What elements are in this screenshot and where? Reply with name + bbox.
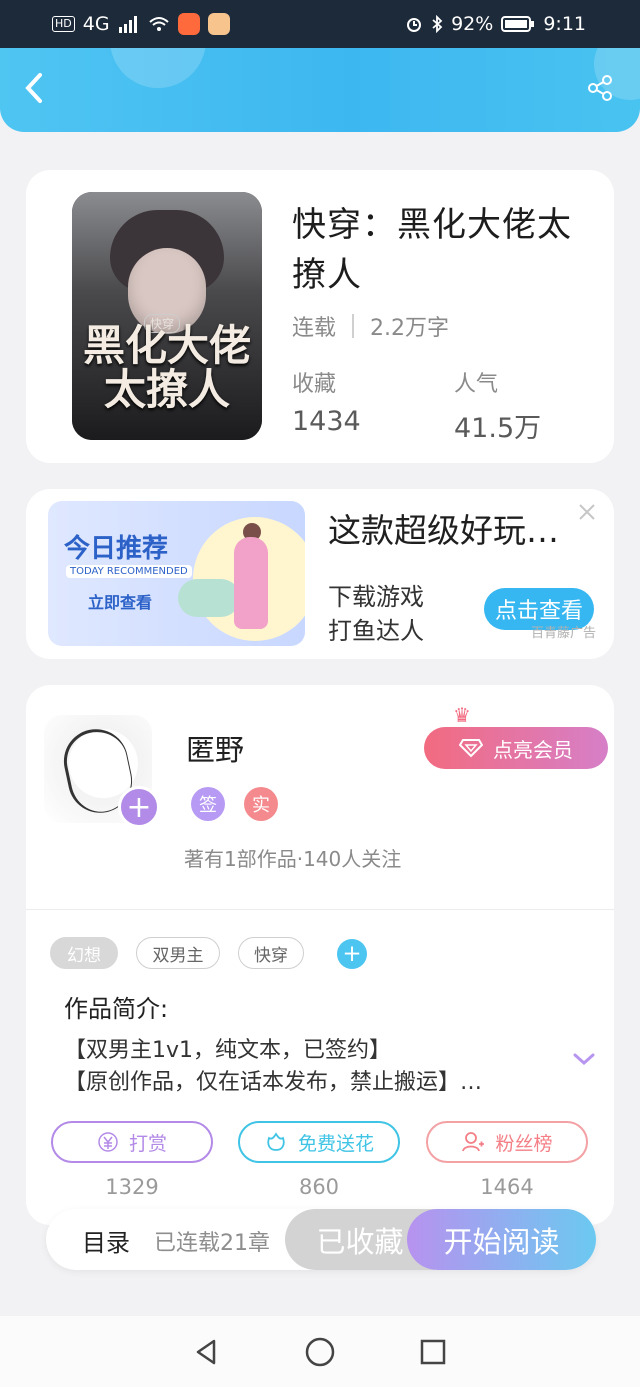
status-bar: HD 4G 92% 9:11	[0, 0, 640, 48]
battery-percent: 92%	[451, 13, 494, 35]
word-count: 2.2万字	[370, 316, 450, 341]
book-status: 连载	[292, 316, 337, 341]
app-notification-icon-2	[207, 13, 230, 35]
collect-label: 收藏	[292, 372, 337, 397]
signed-badge: 签	[191, 787, 225, 821]
status-right: 92% 9:11	[405, 13, 586, 35]
ad-image-title: 今日推荐	[64, 534, 169, 564]
tag-fantasy[interactable]: 幻想	[50, 937, 118, 969]
tip-button[interactable]: 打赏	[51, 1121, 213, 1163]
chevron-left-icon	[25, 73, 42, 103]
flower-label: 免费送花	[297, 1132, 374, 1155]
circle-home-icon	[305, 1337, 335, 1366]
book-cover[interactable]: 快穿 黑化大佬太撩人	[72, 192, 262, 440]
author-meta: 著有1部作品·140人关注	[184, 847, 402, 871]
signal-label: 4G	[82, 13, 110, 35]
chapter-count[interactable]: 已连载21章	[154, 1225, 270, 1257]
back-button[interactable]	[12, 66, 56, 110]
cover-title-art: 黑化大佬太撩人	[82, 321, 251, 414]
fans-count: 1464	[480, 1175, 534, 1199]
tag-quick-travel[interactable]: 快穿	[238, 937, 304, 969]
add-tag-button[interactable]: +	[337, 939, 367, 969]
clock-time: 9:11	[543, 13, 586, 35]
intro-text: 【双男主1v1，纯文本，已签约】 【原创作品，仅在话本发布，禁止搬运】…	[64, 1035, 534, 1099]
system-recents-button[interactable]	[412, 1331, 454, 1373]
bluetooth-icon	[432, 15, 443, 33]
ad-source: 百青藤广告	[530, 626, 596, 641]
send-flower-button[interactable]: 免费送花	[238, 1121, 400, 1163]
diamond-icon	[459, 739, 483, 758]
intro-title: 作品简介:	[64, 995, 169, 1023]
book-meta: 连载 2.2万字	[292, 310, 449, 342]
table-of-contents-button[interactable]: 目录	[82, 1223, 130, 1258]
intro-line-2: 【原创作品，仅在话本发布，禁止搬运】…	[64, 1070, 483, 1095]
author-card: + 匿野 签 实 著有1部作品·140人关注 ♛ 点亮会员 幻想 双男主 快穿 …	[26, 685, 614, 1225]
user-icon	[462, 1132, 485, 1152]
ad-bush	[178, 579, 240, 617]
collect-value: 1434	[292, 406, 361, 437]
triangle-back-icon	[196, 1339, 215, 1364]
ad-image-subtitle: TODAY RECOMMENDED	[66, 565, 192, 578]
popularity-value: 41.5万	[454, 413, 542, 444]
chevron-down-icon	[573, 1053, 595, 1066]
start-reading-button[interactable]: 开始阅读	[407, 1209, 596, 1270]
tip-label: 打赏	[128, 1132, 167, 1155]
book-title: 快穿：黑化大佬太撩人	[292, 205, 572, 295]
expand-intro-button[interactable]	[570, 1045, 598, 1073]
alarm-icon	[407, 18, 422, 32]
system-navigation-bar	[0, 1316, 640, 1387]
network-hd: HD	[52, 16, 75, 32]
intro-line-1: 【双男主1v1，纯文本，已签约】	[64, 1038, 392, 1063]
book-info-card: 快穿 黑化大佬太撩人 快穿：黑化大佬太撩人 连载 2.2万字 收藏 1434 人…	[26, 170, 614, 463]
share-button[interactable]	[578, 66, 622, 110]
ad-image-cta: 立即查看	[88, 593, 153, 612]
follow-author-button[interactable]: +	[118, 786, 160, 828]
meta-divider	[352, 314, 355, 338]
app-notification-icon	[177, 13, 200, 35]
wifi-icon	[148, 17, 169, 31]
close-icon	[579, 504, 595, 520]
square-recents-icon	[421, 1339, 446, 1364]
author-name[interactable]: 匿野	[186, 727, 244, 769]
flower-count: 860	[298, 1175, 340, 1199]
flower-icon	[267, 1132, 285, 1151]
ad-card[interactable]: 今日推荐 TODAY RECOMMENDED 立即查看 这款超级好玩… 下载游戏…	[26, 489, 614, 659]
battery-icon	[501, 16, 535, 32]
share-icon	[588, 75, 612, 101]
bottom-action-bar: 目录 已连载21章 已收藏 开始阅读	[46, 1209, 596, 1270]
yen-icon	[98, 1132, 118, 1152]
crown-icon: ♛	[453, 703, 471, 727]
status-left: HD 4G	[52, 13, 230, 35]
system-back-button[interactable]	[186, 1331, 228, 1373]
vip-button[interactable]: 点亮会员	[424, 727, 608, 769]
verified-badge: 实	[244, 787, 278, 821]
fans-ranking-button[interactable]: 粉丝榜	[426, 1121, 588, 1163]
popularity-label: 人气	[454, 372, 499, 397]
ad-headline: 这款超级好玩…	[328, 511, 559, 550]
system-home-button[interactable]	[299, 1331, 341, 1373]
ad-close-button[interactable]	[574, 499, 600, 525]
section-divider	[26, 909, 614, 910]
fans-label: 粉丝榜	[495, 1132, 553, 1155]
ad-person	[234, 537, 268, 629]
ad-line-2: 打鱼达人	[328, 617, 424, 645]
tip-count: 1329	[105, 1175, 159, 1199]
ad-image[interactable]: 今日推荐 TODAY RECOMMENDED 立即查看	[48, 501, 305, 646]
header-bubble	[110, 48, 206, 88]
vip-button-label: 点亮会员	[493, 737, 573, 762]
signal-icon	[118, 16, 137, 33]
ad-line-1: 下载游戏	[328, 583, 424, 611]
header-bar	[0, 48, 640, 132]
tag-double-male[interactable]: 双男主	[136, 937, 220, 969]
